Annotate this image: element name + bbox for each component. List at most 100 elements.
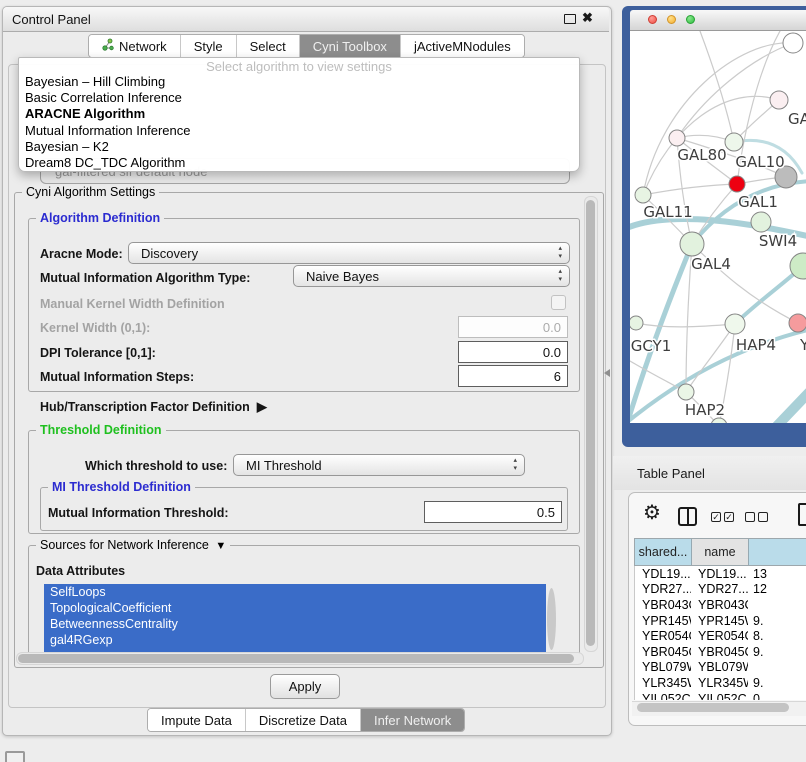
- mi-steps-field[interactable]: 6: [458, 365, 568, 387]
- network-edge: [774, 383, 806, 423]
- select-all-icon[interactable]: ✓ ✓: [711, 512, 734, 522]
- network-node[interactable]: [770, 91, 788, 109]
- cyni-algorithm-settings-title: Cyni Algorithm Settings: [22, 185, 159, 199]
- algorithm-option[interactable]: Mutual Information Inference: [19, 123, 579, 139]
- network-node[interactable]: [789, 314, 806, 332]
- tab-select[interactable]: Select: [237, 35, 300, 57]
- algorithm-option[interactable]: Basic Correlation Inference: [19, 90, 579, 106]
- table-row[interactable]: YER054CYER054C8.: [635, 628, 806, 644]
- hub-section-toggle[interactable]: Hub/Transcription Factor Definition ▶: [40, 399, 267, 415]
- table-row[interactable]: YBL079WYBL079W: [635, 660, 806, 676]
- gear-icon[interactable]: ⚙: [643, 503, 661, 523]
- dpi-tolerance-label: DPI Tolerance [0,1]:: [40, 346, 156, 360]
- splitter-handle[interactable]: [604, 369, 610, 377]
- table-row[interactable]: YLR345WYLR345W9.: [635, 675, 806, 691]
- columns-icon[interactable]: [678, 507, 697, 526]
- tab-cyni-toolbox[interactable]: Cyni Toolbox: [300, 35, 401, 57]
- tab-impute-data[interactable]: Impute Data: [148, 709, 246, 731]
- algorithm-option[interactable]: Dream8 DC_TDC Algorithm: [19, 155, 579, 171]
- float-window-icon[interactable]: [564, 14, 576, 24]
- table-cell: 9.: [748, 676, 806, 690]
- algorithm-dropdown: Select algorithm to view settings Bayesi…: [18, 57, 580, 172]
- tab-jactivemnodules[interactable]: jActiveMNodules: [401, 35, 524, 57]
- network-node[interactable]: [725, 314, 745, 334]
- network-node[interactable]: [783, 33, 803, 53]
- algorithm-option[interactable]: ARACNE Algorithm: [19, 106, 579, 122]
- mi-type-combobox[interactable]: Naive Bayes ▴▾: [293, 265, 570, 287]
- control-panel-tabbar: Network Style Select Cyni Toolbox jActiv…: [88, 34, 525, 58]
- table-row[interactable]: YBR045CYBR045C9.: [635, 644, 806, 660]
- hub-section-label: Hub/Transcription Factor Definition: [40, 400, 250, 414]
- column-header-shared[interactable]: shared...: [635, 539, 692, 565]
- mi-threshold-field[interactable]: 0.5: [424, 501, 562, 523]
- network-node[interactable]: [678, 384, 694, 400]
- attribute-item[interactable]: TopologicalCoefficient: [44, 600, 546, 616]
- collapsed-panel-button[interactable]: [5, 751, 25, 762]
- table-cell: YDL19...: [635, 567, 691, 581]
- page-icon[interactable]: [798, 503, 806, 526]
- tab-style[interactable]: Style: [181, 35, 237, 57]
- tab-network[interactable]: Network: [89, 35, 181, 57]
- attribute-item[interactable]: BetweennessCentrality: [44, 616, 546, 632]
- tab-label: jActiveMNodules: [414, 39, 511, 54]
- table-hscroll-thumb[interactable]: [637, 703, 789, 712]
- checked-box-icon: ✓: [711, 512, 721, 522]
- network-node[interactable]: [751, 212, 771, 232]
- table-cell: YLR345W: [635, 676, 691, 690]
- sources-toggle[interactable]: Sources for Network Inference ▼: [36, 538, 230, 552]
- sources-title: Sources for Network Inference: [40, 538, 209, 552]
- which-threshold-combobox[interactable]: MI Threshold ▴▾: [233, 454, 525, 476]
- column-header-name[interactable]: name: [692, 539, 749, 565]
- attribute-list-scrollbar[interactable]: [547, 588, 556, 650]
- table-cell: 0.: [748, 692, 806, 700]
- manual-kernel-checkbox[interactable]: [551, 295, 566, 310]
- settings-hscroll-thumb[interactable]: [18, 654, 574, 663]
- network-canvas[interactable]: GALGAL80GAL10GAL1GAL11SWI4GAL4GCY1HAP4YH…: [630, 31, 806, 423]
- dpi-tolerance-field[interactable]: 0.0: [458, 341, 568, 363]
- network-node[interactable]: [630, 316, 643, 330]
- manual-kernel-label: Manual Kernel Width Definition: [40, 297, 225, 311]
- columns-icon-divider: [687, 509, 689, 524]
- close-icon[interactable]: ✖: [582, 10, 593, 26]
- table-row[interactable]: YPR145WYPR145W9.: [635, 613, 806, 629]
- network-node[interactable]: [635, 187, 651, 203]
- data-attributes-list[interactable]: SelfLoopsTopologicalCoefficientBetweenne…: [44, 584, 546, 656]
- node-label: SWI4: [759, 232, 797, 250]
- node-label: GAL1: [738, 193, 778, 211]
- table-row[interactable]: YDL19...YDL19...13: [635, 566, 806, 582]
- deselect-all-icon[interactable]: [745, 512, 768, 522]
- close-traffic-light[interactable]: [648, 15, 657, 24]
- checked-box-icon: ✓: [724, 512, 734, 522]
- combo-stepper-icon: ▴▾: [558, 245, 562, 261]
- algorithm-option[interactable]: Bayesian – K2: [19, 139, 579, 155]
- tab-discretize-data[interactable]: Discretize Data: [246, 709, 361, 731]
- zoom-traffic-light[interactable]: [686, 15, 695, 24]
- which-threshold-value: MI Threshold: [246, 458, 322, 473]
- aracne-mode-combobox[interactable]: Discovery ▴▾: [128, 242, 570, 264]
- mi-type-label: Mutual Information Algorithm Type:: [40, 271, 250, 285]
- apply-button[interactable]: Apply: [270, 674, 340, 699]
- network-node[interactable]: [729, 176, 745, 192]
- table-row[interactable]: YBR043CYBR043C: [635, 597, 806, 613]
- settings-vscroll-thumb[interactable]: [586, 200, 595, 646]
- control-panel-titlebar[interactable]: [3, 7, 609, 32]
- kernel-width-field[interactable]: 0.0: [458, 316, 568, 338]
- network-node[interactable]: [725, 133, 743, 151]
- tab-infer-network[interactable]: Infer Network: [361, 709, 464, 731]
- column-header-clipped[interactable]: [749, 539, 806, 565]
- network-node[interactable]: [680, 232, 704, 256]
- table-row[interactable]: YDR27...YDR27...12: [635, 582, 806, 598]
- table-panel-title: Table Panel: [637, 466, 705, 481]
- table-body[interactable]: YDL19...YDL19...13YDR27...YDR27...12YBR0…: [634, 566, 806, 700]
- network-node[interactable]: [669, 130, 685, 146]
- table-row[interactable]: YIL052CYIL052C0.: [635, 691, 806, 700]
- minimize-traffic-light[interactable]: [667, 15, 676, 24]
- attribute-item[interactable]: gal4RGexp: [44, 632, 546, 648]
- attribute-item[interactable]: SelfLoops: [44, 584, 546, 600]
- tab-label: Style: [194, 39, 223, 54]
- table-cell: 9.: [748, 614, 806, 628]
- cyni-bottom-tabbar: Impute Data Discretize Data Infer Networ…: [147, 708, 465, 732]
- algorithm-option[interactable]: Bayesian – Hill Climbing: [19, 74, 579, 90]
- table-cell: YDR27...: [691, 582, 748, 596]
- table-cell: YBR043C: [635, 598, 691, 612]
